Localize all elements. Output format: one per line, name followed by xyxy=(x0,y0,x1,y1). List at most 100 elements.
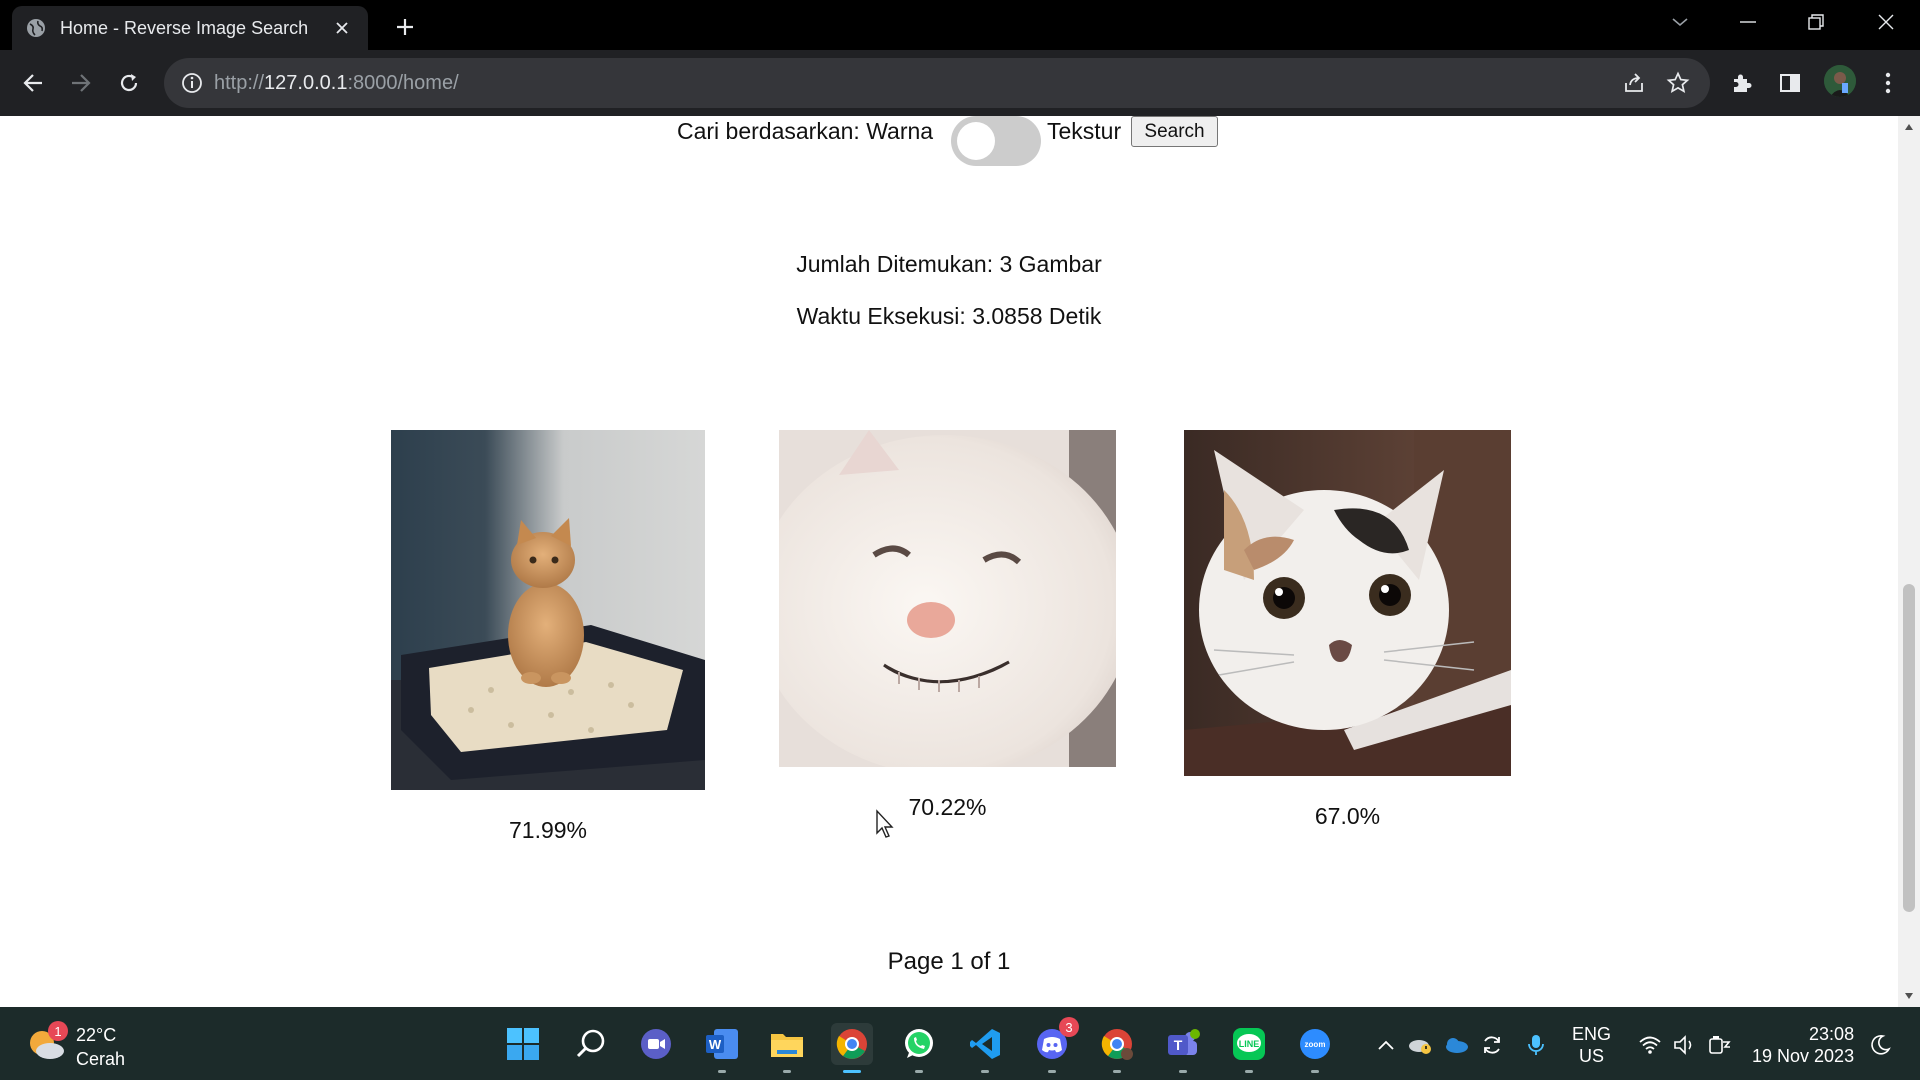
url-host: 127.0.0.1 xyxy=(264,72,348,94)
running-indicator xyxy=(981,1070,989,1073)
url-text[interactable]: http://127.0.0.1:8000/home/ xyxy=(214,58,459,108)
profile-avatar[interactable] xyxy=(1824,65,1856,97)
back-button[interactable] xyxy=(14,64,52,102)
result-image[interactable] xyxy=(779,430,1116,767)
svg-text:zoom: zoom xyxy=(1305,1040,1326,1049)
menu-kebab-icon[interactable] xyxy=(1874,69,1902,97)
restore-icon[interactable] xyxy=(1788,0,1844,44)
taskbar-app-chrome-profile[interactable] xyxy=(1096,1023,1138,1073)
new-tab-button[interactable] xyxy=(390,12,420,42)
microphone-icon[interactable] xyxy=(1522,1031,1550,1059)
taskbar-app-vscode[interactable] xyxy=(964,1023,1006,1073)
zoom-icon: zoom xyxy=(1300,1029,1330,1059)
tab-title: Home - Reverse Image Search xyxy=(60,17,309,38)
taskbar-app-word[interactable]: W xyxy=(701,1023,743,1073)
taskbar-app-line[interactable]: LINE xyxy=(1228,1023,1270,1073)
weather-condition: Cerah xyxy=(76,1049,126,1069)
notifications-moon-icon[interactable] xyxy=(1866,1031,1894,1059)
battery-icon[interactable] xyxy=(1706,1031,1734,1059)
weather-temp: 22°C xyxy=(76,1025,117,1045)
running-indicator xyxy=(915,1070,923,1073)
start-button[interactable] xyxy=(502,1023,544,1065)
running-indicator xyxy=(1113,1070,1121,1073)
teams-icon: T xyxy=(1168,1029,1200,1055)
language-indicator[interactable]: ENG US xyxy=(1572,1023,1611,1067)
browser-toolbar: http://127.0.0.1:8000/home/ xyxy=(0,50,1920,116)
taskbar-app-zoom[interactable]: zoom xyxy=(1294,1023,1336,1073)
toggle-knob xyxy=(957,122,995,160)
tab-search-icon[interactable] xyxy=(1652,0,1708,44)
windows-logo-icon xyxy=(507,1028,539,1060)
sync-icon[interactable] xyxy=(1478,1031,1506,1059)
extensions-icon[interactable] xyxy=(1728,69,1756,97)
tab-active[interactable]: Home - Reverse Image Search xyxy=(12,6,368,50)
results-count: Jumlah Ditemukan: 3 Gambar xyxy=(796,251,1102,277)
site-info-icon[interactable] xyxy=(180,71,204,95)
minimize-icon[interactable] xyxy=(1720,0,1776,44)
onedrive-cloud-icon[interactable] xyxy=(1442,1031,1470,1059)
taskbar-app-whatsapp[interactable] xyxy=(898,1023,940,1073)
folder-icon xyxy=(771,1034,803,1057)
taskbar-app-discord[interactable]: 3 xyxy=(1031,1017,1079,1073)
side-panel-icon[interactable] xyxy=(1776,69,1804,97)
system-clock[interactable]: 23:08 19 Nov 2023 xyxy=(1752,1023,1854,1067)
taskbar-app-chrome[interactable] xyxy=(831,1023,873,1073)
globe-icon xyxy=(27,19,45,37)
clock-date: 19 Nov 2023 xyxy=(1752,1046,1855,1066)
svg-text:W: W xyxy=(709,1037,722,1052)
forward-button[interactable] xyxy=(62,64,100,102)
search-button[interactable]: Search xyxy=(1131,116,1218,147)
bookmark-star-icon[interactable] xyxy=(1666,71,1690,95)
discord-badge: 3 xyxy=(1059,1017,1079,1037)
close-window-icon[interactable] xyxy=(1858,0,1914,44)
scroll-up-icon[interactable] xyxy=(1904,122,1914,132)
onedrive-warning-icon[interactable] xyxy=(1406,1031,1434,1059)
search-mode-label: Cari berdasarkan: Warna xyxy=(677,118,934,144)
svg-text:T: T xyxy=(1174,1037,1183,1053)
similarity-score: 71.99% xyxy=(508,817,587,843)
taskbar-search-button[interactable] xyxy=(570,1023,612,1065)
search-bar-row: Cari berdasarkan: Warna Tekstur Search xyxy=(0,116,1898,176)
line-icon: LINE xyxy=(1233,1028,1265,1060)
similarity-score: 70.22% xyxy=(908,794,987,820)
taskbar-app-meet[interactable] xyxy=(635,1023,677,1065)
page-content: Cari berdasarkan: Warna Tekstur Search J… xyxy=(0,116,1898,1007)
weather-widget[interactable]: 1 22°C Cerah xyxy=(26,1021,176,1069)
url-path: :8000/home/ xyxy=(347,72,459,94)
weather-badge: 1 xyxy=(48,1021,68,1041)
vscode-icon xyxy=(970,1029,1000,1059)
result-image[interactable] xyxy=(1184,430,1511,776)
color-texture-toggle[interactable] xyxy=(951,116,1041,166)
clock-time: 23:08 xyxy=(1809,1024,1855,1044)
running-indicator xyxy=(1311,1070,1319,1073)
taskbar: 1 22°C Cerah W 3 T LINE zoom ENG US 23:0… xyxy=(0,1007,1920,1080)
svg-text:LINE: LINE xyxy=(1239,1039,1260,1049)
address-bar[interactable]: http://127.0.0.1:8000/home/ xyxy=(164,58,1710,108)
mouse-pointer-icon xyxy=(876,809,894,838)
search-icon xyxy=(576,1029,605,1058)
word-icon: W xyxy=(706,1029,738,1059)
scrollbar-thumb[interactable] xyxy=(1903,584,1915,912)
volume-icon[interactable] xyxy=(1670,1031,1698,1059)
pagination-text: Page 1 of 1 xyxy=(887,948,1011,975)
execution-time: Waktu Eksekusi: 3.0858 Detik xyxy=(796,303,1102,329)
wifi-icon[interactable] xyxy=(1636,1031,1664,1059)
running-indicator xyxy=(1179,1070,1187,1073)
page-scrollbar[interactable] xyxy=(1898,116,1920,1007)
running-indicator xyxy=(843,1070,861,1073)
similarity-score: 67.0% xyxy=(1314,803,1381,829)
taskbar-app-file-explorer[interactable] xyxy=(766,1023,808,1073)
reload-button[interactable] xyxy=(110,64,148,102)
scroll-down-icon[interactable] xyxy=(1904,991,1914,1001)
language-code: ENG xyxy=(1572,1024,1612,1044)
tab-close-icon[interactable] xyxy=(330,16,354,40)
taskbar-app-teams[interactable]: T xyxy=(1162,1023,1204,1073)
chrome-profile-icon xyxy=(1101,1029,1133,1060)
show-hidden-icons-chevron-icon[interactable] xyxy=(1372,1031,1400,1059)
share-icon[interactable] xyxy=(1622,71,1646,95)
running-indicator xyxy=(1245,1070,1253,1073)
result-image[interactable] xyxy=(391,430,705,790)
running-indicator xyxy=(718,1070,726,1073)
whatsapp-icon xyxy=(905,1029,933,1058)
meet-icon xyxy=(641,1029,671,1059)
